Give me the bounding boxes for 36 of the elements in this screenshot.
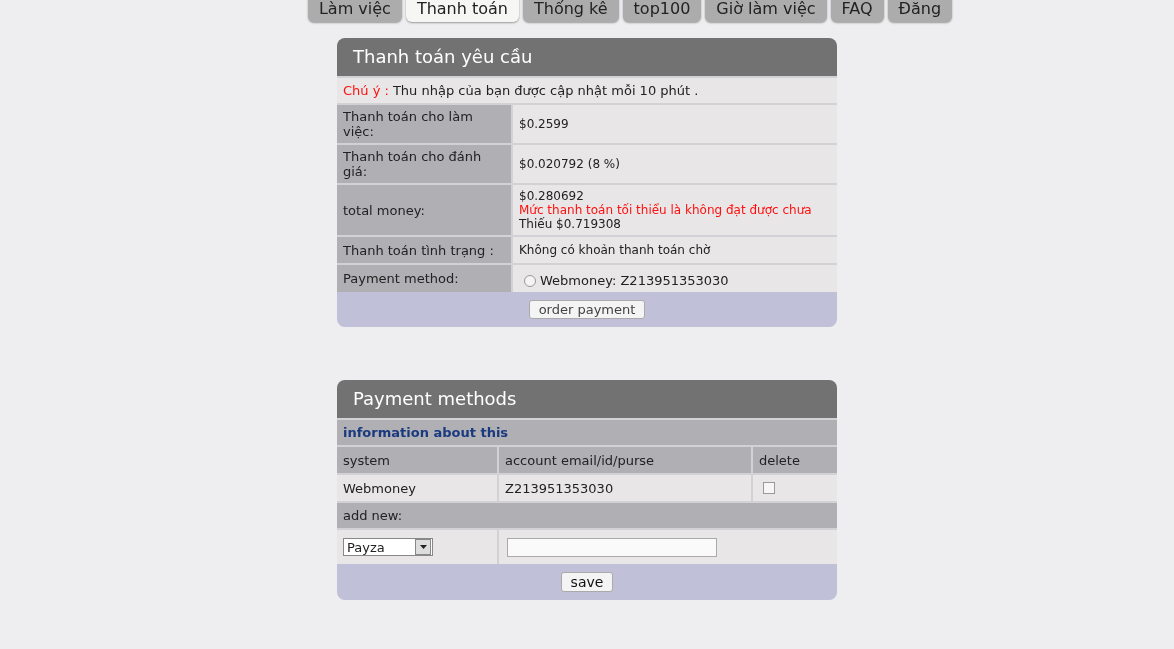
notice-text: Thu nhập của bạn được cập nhật mỗi 10 phút . <box>392 83 699 98</box>
field-label: Payment method: <box>337 265 511 292</box>
delete-checkbox[interactable] <box>763 482 775 494</box>
nav-tab[interactable]: Làm việc <box>307 0 402 22</box>
nav-tab[interactable]: Thống kê <box>522 0 619 22</box>
panel-title: Thanh toán yêu cầu <box>337 38 837 76</box>
field-value: Không có khoản thanh toán chờ <box>519 243 712 257</box>
order-payment-button[interactable]: order payment <box>528 300 646 319</box>
warning-text: Mức thanh toán tối thiểu là không đạt được chưa <box>519 203 813 217</box>
field-value: Thiếu $0.719308 <box>519 217 622 231</box>
table-cell-text: Z213951353030 <box>505 480 615 496</box>
save-button[interactable]: save <box>560 572 614 592</box>
column-header: system <box>337 447 497 473</box>
field-value: $0.2599 <box>519 117 570 131</box>
add-new-label: add new: <box>343 508 403 523</box>
field-value: $0.020792 (8 %) <box>519 157 621 171</box>
column-header: delete <box>753 447 837 473</box>
account-input-field[interactable] <box>507 537 717 557</box>
nav-tab[interactable]: Thanh toán <box>405 0 519 22</box>
nav-tab[interactable]: Đăng <box>887 0 953 22</box>
system-select[interactable]: Payza <box>343 538 433 556</box>
nav-tab[interactable]: top100 <box>622 0 702 22</box>
field-label: Thanh toán tình trạng : <box>337 237 511 263</box>
info-link[interactable]: information about this <box>343 425 509 440</box>
table-cell-text: Webmoney <box>343 480 417 496</box>
radio-label: Webmoney: Z213951353030 <box>540 273 729 288</box>
nav-tab[interactable]: FAQ <box>830 0 884 22</box>
field-label: Thanh toán cho làm việc: <box>337 105 511 143</box>
column-header: account email/id/purse <box>499 447 751 473</box>
field-label: total money: <box>337 185 511 235</box>
field-value: $0.280692 <box>519 189 585 203</box>
panel-title: Payment methods <box>337 380 837 418</box>
nav-tab[interactable]: Giờ làm việc <box>705 0 827 22</box>
notice-label: Chú ý : <box>343 83 389 98</box>
field-label: Thanh toán cho đánh giá: <box>337 145 511 183</box>
radio-button[interactable] <box>524 274 536 287</box>
